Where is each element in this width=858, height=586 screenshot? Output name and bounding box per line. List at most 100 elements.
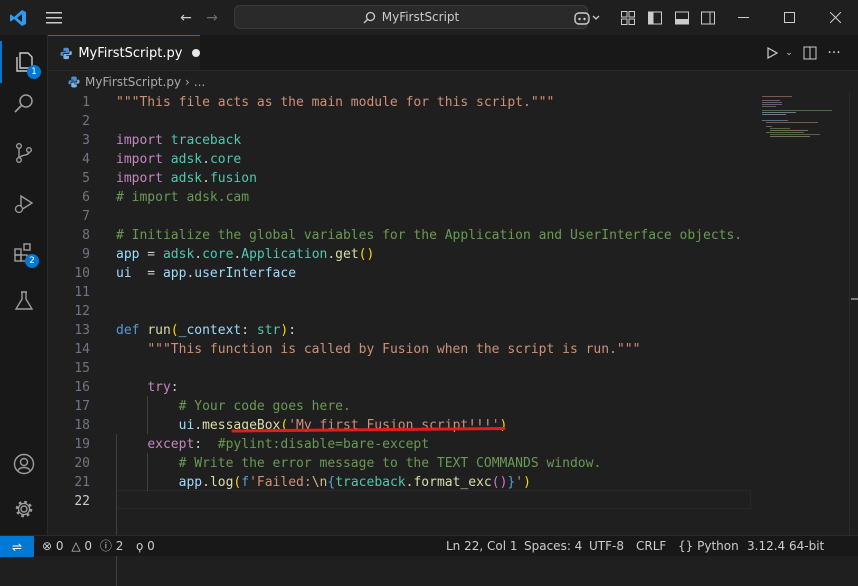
line-number: 22 [74, 494, 90, 509]
extensions-badge: 2 [25, 254, 39, 268]
ports-indicator[interactable]: ϙ 0 [136, 536, 155, 556]
code-line[interactable]: 15 [48, 359, 751, 378]
code-token: : [170, 380, 179, 395]
extensions-icon[interactable]: 2 [0, 231, 47, 273]
tab-myfirstscript[interactable]: MyFirstScript.py [48, 35, 200, 70]
problems-indicator[interactable]: ⊗ 0 △ 0 ⓘ 2 [42, 536, 123, 556]
split-editor-icon[interactable] [800, 43, 820, 63]
source-control-icon[interactable] [0, 132, 47, 174]
code-text: app = adsk.core.Application.get() [116, 245, 374, 264]
breadcrumb-file[interactable]: MyFirstScript.py [85, 75, 181, 89]
code-token: try [147, 380, 171, 395]
code-line[interactable]: 8 # Initialize the global variables for t… [48, 226, 751, 245]
toggle-panel-icon[interactable] [672, 8, 692, 28]
toggle-sidebar-icon[interactable] [645, 8, 665, 28]
code-editor[interactable]: 1 """This file acts as the main module fo… [48, 92, 751, 586]
code-line[interactable]: 3 import traceback [48, 131, 751, 150]
code-line[interactable]: 14 """This function is called by Fusion … [48, 340, 751, 359]
toggle-secondary-sidebar-icon[interactable] [698, 8, 718, 28]
unsaved-dot-icon[interactable] [192, 49, 200, 57]
code-line[interactable]: 10 ui = app.userInterface [48, 264, 751, 283]
info-icon: ⓘ [99, 539, 112, 553]
code-token: ' [515, 475, 524, 490]
code-line[interactable]: 19 except: #pylint:disable=bare-except [48, 435, 751, 454]
line-number: 7 [82, 209, 90, 224]
code-line[interactable]: 17 # Your code goes here. [48, 397, 751, 416]
code-line[interactable]: 1 """This file acts as the main module fo… [48, 93, 751, 112]
code-token: ( [170, 323, 179, 338]
copilot-icon[interactable] [572, 8, 602, 28]
customize-layout-icon[interactable] [618, 8, 638, 28]
end-of-line[interactable]: CRLF [636, 536, 666, 556]
code-token: adsk [170, 171, 203, 186]
code-line[interactable]: 2 [48, 112, 751, 131]
run-debug-icon[interactable] [0, 183, 47, 225]
vscode-logo-icon [8, 8, 28, 28]
code-line[interactable]: 4 import adsk.core [48, 150, 751, 169]
line-number: 18 [74, 418, 90, 433]
encoding[interactable]: UTF-8 [589, 536, 624, 556]
code-token: # Your code goes here. [178, 399, 351, 414]
code-token: \n [311, 475, 328, 490]
code-token: { [327, 475, 336, 490]
accounts-icon[interactable] [0, 443, 47, 485]
code-line[interactable]: 5 import adsk.fusion [48, 169, 751, 188]
code-line[interactable]: 7 [48, 207, 751, 226]
antenna-icon: ϙ [136, 539, 144, 553]
menu-icon[interactable] [44, 8, 64, 28]
code-line[interactable]: 20 # Write the error message to the TEXT… [48, 454, 751, 473]
code-token: #pylint:disable=bare-except [217, 437, 430, 452]
code-token: """This function is called by Fusion whe… [147, 342, 641, 357]
indentation[interactable]: Spaces: 4 [524, 536, 582, 556]
code-token: fusion [209, 171, 257, 186]
forward-arrow-icon[interactable]: → [202, 8, 222, 28]
remote-indicator-icon[interactable]: ⇌ [0, 536, 34, 557]
code-line[interactable]: 11 [48, 283, 751, 302]
line-number: 21 [74, 475, 90, 490]
code-token: . [202, 171, 210, 186]
code-token: : [194, 437, 218, 452]
breadcrumb[interactable]: MyFirstScript.py › ... [48, 71, 858, 93]
code-token: import [116, 133, 163, 148]
more-actions-icon[interactable]: ··· [824, 43, 844, 63]
testing-icon[interactable] [0, 280, 47, 322]
code-line[interactable]: 9 app = adsk.core.Application.get() [48, 245, 751, 264]
code-token: f [241, 475, 250, 490]
settings-gear-icon[interactable] [0, 488, 47, 530]
back-arrow-icon[interactable]: ← [176, 8, 196, 28]
vertical-scrollbar[interactable] [849, 92, 858, 535]
language-mode[interactable]: {} Python [678, 536, 739, 556]
code-line[interactable]: 12 [48, 302, 751, 321]
code-token: : [241, 323, 257, 338]
activity-bar: 1 2 [0, 35, 48, 535]
breadcrumb-chevron-icon: › [185, 75, 190, 89]
line-number: 17 [74, 399, 90, 414]
code-line[interactable]: 22 [48, 492, 751, 511]
python-interpreter[interactable]: 3.12.4 64-bit [747, 536, 824, 556]
code-line[interactable]: 6 # import adsk.cam [48, 188, 751, 207]
explorer-badge: 1 [27, 65, 41, 79]
breadcrumb-more[interactable]: ... [194, 75, 205, 89]
code-token: format_exc [413, 475, 492, 490]
run-dropdown-chevron-icon[interactable]: ⌄ [779, 43, 799, 63]
code-token: get [335, 247, 359, 262]
minimize-icon[interactable] [720, 0, 766, 35]
explorer-icon[interactable]: 1 [0, 41, 47, 83]
code-line[interactable]: 21 app.log(f'Failed:\n{traceback.format_… [48, 473, 751, 492]
code-text: # import adsk.cam [116, 188, 249, 207]
line-number: 8 [82, 228, 90, 243]
minimap[interactable] [752, 92, 848, 535]
code-line[interactable]: 16 try: [48, 378, 751, 397]
maximize-icon[interactable] [766, 0, 812, 35]
cursor-position[interactable]: Ln 22, Col 1 [446, 536, 518, 556]
red-underline-annotation [231, 427, 506, 433]
code-token: import [116, 171, 163, 186]
close-icon[interactable] [812, 0, 858, 35]
command-center-search[interactable]: MyFirstScript [234, 5, 588, 29]
line-number: 5 [82, 171, 90, 186]
search-icon[interactable] [0, 83, 47, 125]
code-line[interactable]: 13 def run(_context: str): [48, 321, 751, 340]
